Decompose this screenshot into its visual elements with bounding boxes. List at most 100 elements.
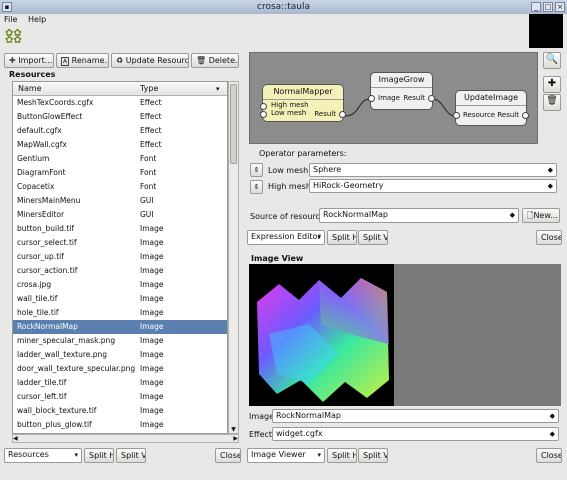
table-row[interactable]: default.cgfx Effect	[13, 124, 227, 138]
table-row[interactable]: Copacetix Font	[13, 180, 227, 194]
table-row[interactable]: MapWall.cgfx Effect	[13, 138, 227, 152]
chevron-down-icon: ◆	[549, 430, 555, 438]
table-row[interactable]: crosa.jpg Image	[13, 278, 227, 292]
resource-type: Effect	[140, 126, 162, 135]
split-v-button[interactable]: Split V	[358, 230, 388, 245]
graph-canvas[interactable]: NormalMapper High mesh Low mesh Result I…	[249, 52, 538, 144]
app-icon[interactable]: ✿✿ ✿✿	[5, 29, 22, 46]
chevron-down-icon: ◆	[549, 412, 555, 420]
table-row[interactable]: button_plus_glow.tif Image	[13, 418, 227, 432]
table-vertical-scrollbar[interactable]: ▼	[228, 81, 239, 434]
resource-name: MapWall.cgfx	[17, 140, 67, 149]
update-resource-button[interactable]: ♻ Update Resource	[111, 53, 189, 68]
split-h-button[interactable]: Split H	[327, 230, 357, 245]
panel-type-select[interactable]: Image Viewer ▾	[247, 448, 325, 463]
node-imagegrow[interactable]: ImageGrow Image Result	[368, 72, 435, 110]
output-port[interactable]	[522, 112, 529, 119]
column-name-header[interactable]: Name	[18, 82, 42, 96]
resource-name: button_build.tif	[17, 224, 74, 233]
low-mesh-select[interactable]: Sphere ◆	[309, 163, 557, 177]
table-row[interactable]: miner_specular_mask.png Image	[13, 334, 227, 348]
param-edit-icon[interactable]: ⇕	[250, 163, 263, 177]
table-row[interactable]: ladder_wall_texture.png Image	[13, 348, 227, 362]
effect-label: Effect	[249, 430, 273, 439]
rename-icon: A	[61, 57, 70, 66]
new-resource-button[interactable]: 🗋New...	[522, 208, 560, 223]
table-row[interactable]: wall_block_texture.tif Image	[13, 404, 227, 418]
minimize-icon[interactable]: _	[531, 2, 541, 12]
table-row[interactable]: hole_tile.tif Image	[13, 306, 227, 320]
rename-button[interactable]: A Rename...	[56, 53, 109, 68]
resource-type: Effect	[140, 140, 162, 149]
effect-select[interactable]: widget.cgfx ◆	[272, 427, 559, 441]
close-window-icon[interactable]: ×	[555, 2, 565, 12]
resource-name: cursor_action.tif	[17, 266, 78, 275]
resource-name: default.cgfx	[17, 126, 62, 135]
table-row[interactable]: wall_tile.tif Image	[13, 292, 227, 306]
import-button[interactable]: ✚ Import...	[4, 53, 54, 68]
output-port[interactable]	[428, 95, 435, 102]
close-panel-button[interactable]: Close	[215, 448, 241, 463]
output-port[interactable]	[339, 111, 346, 118]
table-row[interactable]: cursor_left.tif Image	[13, 390, 227, 404]
table-row[interactable]: MinersEditor GUI	[13, 208, 227, 222]
table-row[interactable]: DiagramFont Font	[13, 166, 227, 180]
scroll-right-icon[interactable]: ▶	[233, 435, 238, 442]
param-edit-icon[interactable]: ⇕	[250, 180, 263, 194]
table-row[interactable]: ladder_tile.tif Image	[13, 376, 227, 390]
resource-type: Image	[140, 252, 164, 261]
input-port[interactable]	[368, 95, 375, 102]
add-node-icon[interactable]: ✚	[543, 76, 561, 93]
resource-type: Effect	[140, 112, 162, 121]
delete-button[interactable]: 🗑 Delete...	[191, 53, 239, 68]
node-updateimage[interactable]: UpdateImage Resource Result	[453, 90, 529, 126]
input-port[interactable]	[260, 111, 267, 118]
source-select[interactable]: RockNormalMap ◆	[319, 208, 519, 223]
high-mesh-select[interactable]: HiRock-Geometry ◆	[309, 179, 557, 193]
resource-type: Image	[140, 364, 164, 373]
input-port[interactable]	[260, 103, 267, 110]
maximize-icon[interactable]: □	[543, 2, 553, 12]
panel-type-select[interactable]: Expression Editor ▾	[247, 230, 325, 245]
image-view-canvas[interactable]	[249, 264, 561, 406]
column-type-header[interactable]: Type	[140, 82, 158, 96]
image-select[interactable]: RockNormalMap ◆	[272, 409, 559, 423]
scroll-thumb[interactable]	[230, 84, 237, 164]
table-horizontal-scrollbar[interactable]: ◀ ▶	[12, 434, 239, 443]
scroll-left-icon[interactable]: ◀	[13, 435, 18, 442]
menu-help[interactable]: Help	[24, 14, 50, 26]
zoom-icon[interactable]: 🔍	[543, 52, 561, 69]
window-menu-icon[interactable]: ▪	[2, 2, 12, 12]
resource-type: Image	[140, 322, 164, 331]
close-panel-button[interactable]: Close	[536, 230, 562, 245]
input-port[interactable]	[453, 112, 460, 119]
resource-name: button_plus_glow.tif	[17, 420, 92, 429]
table-row[interactable]: ButtonGlowEffect Effect	[13, 110, 227, 124]
table-row[interactable]: MinersMainMenu GUI	[13, 194, 227, 208]
table-row[interactable]: MeshTexCoords.cgfx Effect	[13, 96, 227, 110]
split-v-button[interactable]: Split V	[358, 448, 388, 463]
panel-type-select[interactable]: Resources ▾	[4, 448, 82, 463]
table-row[interactable]: cursor_select.tif Image	[13, 236, 227, 250]
scroll-down-icon[interactable]: ▼	[229, 426, 238, 433]
table-header: Name Type ▾	[13, 82, 227, 96]
table-row[interactable]: door_wall_texture_specular.png Image	[13, 362, 227, 376]
close-panel-button[interactable]: Close	[536, 448, 562, 463]
split-h-button[interactable]: Split H	[84, 448, 114, 463]
table-row[interactable]: cursor_up.tif Image	[13, 250, 227, 264]
menu-file[interactable]: File	[0, 14, 21, 26]
window-titlebar: crosa::taula	[0, 0, 567, 14]
node-normalmapper[interactable]: NormalMapper High mesh Low mesh Result	[260, 84, 346, 122]
split-v-button[interactable]: Split V	[116, 448, 146, 463]
trash-icon[interactable]: 🗑	[543, 94, 561, 111]
table-row[interactable]: cursor_action.tif Image	[13, 264, 227, 278]
resources-title: Resources	[9, 70, 56, 79]
resource-name: Copacetix	[17, 182, 55, 191]
split-h-button[interactable]: Split H	[327, 448, 357, 463]
node-title: NormalMapper	[263, 85, 343, 100]
table-row[interactable]: Gentium Font	[13, 152, 227, 166]
resource-name: MinersEditor	[17, 210, 65, 219]
table-row[interactable]: button_build.tif Image	[13, 222, 227, 236]
sort-chevron-icon[interactable]: ▾	[216, 82, 220, 96]
table-row[interactable]: RockNormalMap Image	[13, 320, 227, 334]
